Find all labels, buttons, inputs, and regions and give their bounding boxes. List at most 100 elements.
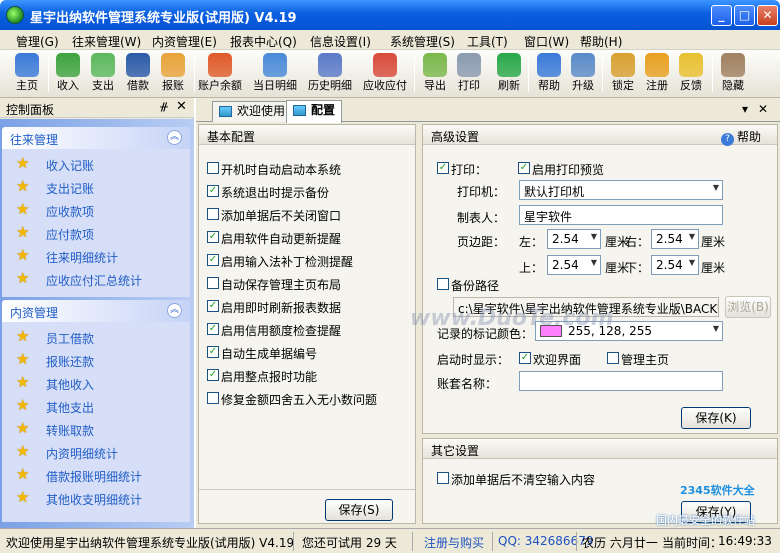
upgrade-button[interactable]: 升级 <box>566 52 600 96</box>
tab-list-icon[interactable]: ▾ <box>742 102 748 116</box>
menu-tools[interactable]: 工具(T) <box>467 33 508 50</box>
menu-help[interactable]: 帮助(H) <box>580 33 622 50</box>
menu-system[interactable]: 系统管理(S) <box>390 33 455 50</box>
borrow-icon <box>126 53 150 77</box>
star-icon: ★ <box>16 488 30 506</box>
maker-input[interactable]: 星宇软件 <box>519 205 723 225</box>
maximize-button[interactable]: □ <box>734 5 755 26</box>
option-checkbox[interactable]: ✓ <box>207 231 219 243</box>
window-title: 星宇出纳软件管理系统专业版(试用版) V4.19 <box>30 11 297 26</box>
top-margin-input[interactable]: 2.54 ▼ <box>547 255 601 275</box>
option-checkbox[interactable] <box>207 208 219 220</box>
control-panel-title: 控制面板 <box>6 103 55 117</box>
nav-internal-details[interactable]: ★ 内资明细统计 <box>2 441 190 463</box>
left-margin-input[interactable]: 2.54 ▼ <box>547 229 601 249</box>
star-icon: ★ <box>16 396 30 414</box>
option-checkbox[interactable] <box>207 162 219 174</box>
star-icon: ★ <box>16 200 30 218</box>
option-checkbox[interactable]: ✓ <box>207 254 219 266</box>
refresh-icon <box>497 53 521 77</box>
nav-contact-details[interactable]: ★ 往来明细统计 <box>2 245 190 267</box>
dropdown-arrow-icon: ▼ <box>590 232 597 241</box>
keep-input-checkbox[interactable] <box>437 472 449 484</box>
account-balance-button[interactable]: 账户余额 <box>198 52 242 96</box>
group-contacts: ★ 收入记账 ★ 支出记账 ★ 应收款项 ★ 应付款项 ★ 往来明细统计 ★ 应收应付汇总统… <box>2 149 190 297</box>
menu-manage[interactable]: 管理(G) <box>16 33 59 50</box>
hide-button[interactable]: 隐藏 <box>716 52 750 96</box>
print-icon <box>457 53 481 77</box>
nav-other-in-out-details[interactable]: ★ 其他收支明细统计 <box>2 487 190 509</box>
option-checkbox[interactable] <box>207 277 219 289</box>
nav-income-entry[interactable]: ★ 收入记账 <box>2 153 190 175</box>
dropdown-arrow-icon: ▼ <box>590 258 597 267</box>
print-button[interactable]: 打印 <box>452 52 486 96</box>
collapse-icon[interactable]: ︽ <box>167 130 182 145</box>
dropdown-arrow-icon: ▼ <box>712 183 719 192</box>
dropdown-arrow-icon: ▼ <box>712 324 719 333</box>
pin-icon[interactable]: ᚌ <box>160 100 168 113</box>
group-header-contacts[interactable]: 往来管理 ︽ <box>2 127 190 149</box>
group-header-internal[interactable]: 内资管理 ︽ <box>2 300 190 322</box>
feedback-button[interactable]: 反馈 <box>674 52 708 96</box>
menu-info-settings[interactable]: 信息设置(I) <box>310 33 371 50</box>
account-name-input[interactable] <box>519 371 723 391</box>
nav-other-expense[interactable]: ★ 其他支出 <box>2 395 190 417</box>
bottom-margin-input[interactable]: 2.54 ▼ <box>651 255 699 275</box>
menu-reports[interactable]: 报表中心(Q) <box>230 33 297 50</box>
menu-internal-funds[interactable]: 内资管理(E) <box>152 33 217 50</box>
star-icon: ★ <box>16 327 30 345</box>
nav-other-income[interactable]: ★ 其他收入 <box>2 372 190 394</box>
nav-payables[interactable]: ★ 应付款项 <box>2 222 190 244</box>
nav-ar-ap-summary[interactable]: ★ 应收应付汇总统计 <box>2 268 190 290</box>
welcome-checkbox[interactable]: ✓ <box>519 352 531 364</box>
nav-reimburse-repay[interactable]: ★ 报账还款 <box>2 349 190 371</box>
tab-config[interactable]: 配置 <box>286 100 343 123</box>
advanced-save-button[interactable]: 保存(K) <box>681 407 751 429</box>
page-icon <box>293 105 306 116</box>
print-preview-checkbox[interactable]: ✓ <box>518 162 530 174</box>
option-checkbox[interactable]: ✓ <box>207 323 219 335</box>
home-button[interactable]: 主页 <box>10 52 44 96</box>
home-page-checkbox[interactable] <box>607 352 619 364</box>
help-icon <box>537 53 561 77</box>
print-checkbox[interactable]: ✓ <box>437 162 449 174</box>
browse-button[interactable]: 浏览(B) <box>725 296 771 318</box>
advanced-help-link[interactable]: ? 帮助 <box>720 128 761 146</box>
nav-receivables[interactable]: ★ 应收款项 <box>2 199 190 221</box>
menu-window[interactable]: 窗口(W) <box>524 33 569 50</box>
nav-transfer-withdraw[interactable]: ★ 转账取款 <box>2 418 190 440</box>
star-icon: ★ <box>16 223 30 241</box>
site-badge: 2345软件大全 国内最安全的软件站 <box>656 484 755 527</box>
option-checkbox[interactable] <box>207 392 219 404</box>
option-checkbox[interactable]: ✓ <box>207 185 219 197</box>
app-icon[interactable] <box>6 6 24 24</box>
history-detail-button[interactable]: 历史明细 <box>308 52 352 96</box>
register-buy-link[interactable]: 注册与购买 <box>424 534 484 551</box>
daily-detail-button[interactable]: 当日明细 <box>253 52 297 96</box>
nav-employee-loan[interactable]: ★ 员工借款 <box>2 326 190 348</box>
printer-select[interactable]: 默认打印机 ▼ <box>519 180 723 200</box>
collapse-icon[interactable]: ︽ <box>167 303 182 318</box>
panel-close-icon[interactable]: ✕ <box>176 99 187 114</box>
close-button[interactable]: ✕ <box>757 5 778 26</box>
minimize-button[interactable]: _ <box>711 5 732 26</box>
page-icon <box>219 106 232 117</box>
menu-bar: 管理(G) 往来管理(W) 内资管理(E) 报表中心(Q) 信息设置(I) 系统… <box>0 30 780 50</box>
reimburse-icon <box>161 53 185 77</box>
refresh-button[interactable]: 刷新 <box>492 52 526 96</box>
backup-checkbox[interactable] <box>437 278 449 290</box>
receivable-payable-button[interactable]: 应收应付 <box>363 52 407 96</box>
control-panel-header: 控制面板 ᚌ ✕ <box>0 98 194 118</box>
option-checkbox[interactable]: ✓ <box>207 346 219 358</box>
star-icon: ★ <box>16 246 30 264</box>
option-checkbox[interactable]: ✓ <box>207 300 219 312</box>
menu-contacts[interactable]: 往来管理(W) <box>72 33 141 50</box>
option-checkbox[interactable]: ✓ <box>207 369 219 381</box>
tab-close-icon[interactable]: ✕ <box>758 102 768 116</box>
right-margin-input[interactable]: 2.54 ▼ <box>651 229 699 249</box>
basic-save-button[interactable]: 保存(S) <box>325 499 393 521</box>
nav-expense-entry[interactable]: ★ 支出记账 <box>2 176 190 198</box>
tab-welcome[interactable]: 欢迎使用 <box>212 101 293 122</box>
nav-loan-reimburse-details[interactable]: ★ 借款报账明细统计 <box>2 464 190 486</box>
reimburse-button[interactable]: 报账 <box>156 52 190 96</box>
